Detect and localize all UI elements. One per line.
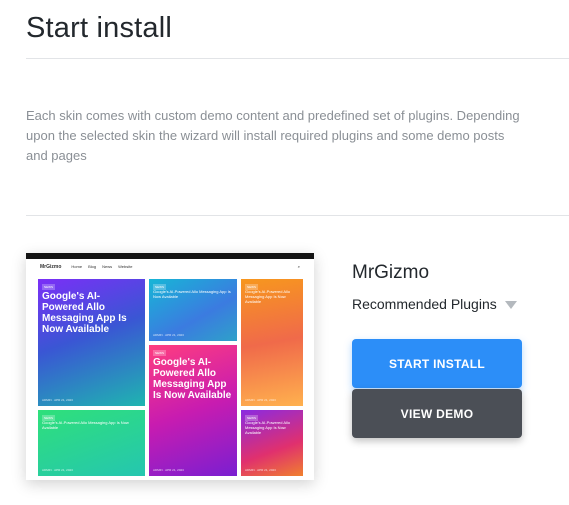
preview-nav-item: Home xyxy=(71,264,83,269)
skin-name: MrGizmo xyxy=(352,262,430,283)
preview-tile: NEWS Google's AI-Powered Allo Messaging … xyxy=(149,279,237,341)
tile-meta: ADMIN · APR 21, 2023 xyxy=(245,398,276,402)
tile-headline: Google's AI-Powered Allo Messaging App I… xyxy=(245,289,291,304)
section-divider xyxy=(26,215,569,216)
tile-meta: ADMIN · APR 21, 2023 xyxy=(42,468,73,472)
tile-tag: NEWS xyxy=(42,284,55,290)
tile-meta: ADMIN · APR 21, 2023 xyxy=(245,468,276,472)
preview-grid: NEWS Google's AI-Powered Allo Messaging … xyxy=(38,279,303,476)
tile-tag: NEWS xyxy=(153,350,166,356)
tile-headline: Google's AI-Powered Allo Messaging App I… xyxy=(153,289,231,299)
caret-down-icon[interactable] xyxy=(504,301,517,309)
start-install-button[interactable]: START INSTALL xyxy=(352,339,522,388)
preview-search-icon: ⌕ xyxy=(297,264,300,269)
tile-headline: Google's AI-Powered Allo Messaging App I… xyxy=(245,420,291,435)
preview-nav-item: News xyxy=(102,264,113,269)
preview-tile: NEWS Google's AI-Powered Allo Messaging … xyxy=(241,410,303,476)
preview-nav-item: Blog xyxy=(88,264,97,269)
page-title: Start install xyxy=(26,12,173,44)
tile-headline: Google's AI-Powered Allo Messaging App I… xyxy=(42,420,129,430)
preview-logo: MrGizmo xyxy=(40,263,62,270)
preview-tile: NEWS Google's AI-Powered Allo Messaging … xyxy=(241,279,303,406)
intro-description: Each skin comes with custom demo content… xyxy=(26,108,520,163)
tile-meta: ADMIN · APR 21, 2023 xyxy=(153,468,184,472)
tile-meta: ADMIN · APR 21, 2023 xyxy=(42,398,73,402)
tile-meta: ADMIN · APR 21, 2023 xyxy=(153,333,184,337)
view-demo-button[interactable]: VIEW DEMO xyxy=(352,389,522,438)
preview-nav-item: Website xyxy=(118,264,133,269)
preview-tile: NEWS Google's AI-Powered Allo Messaging … xyxy=(38,410,145,476)
tile-headline: Google's AI-Powered Allo Messaging App I… xyxy=(42,291,127,335)
tile-headline: Google's AI-Powered Allo Messaging App I… xyxy=(153,357,232,401)
preview-tile: NEWS Google's AI-Powered Allo Messaging … xyxy=(38,279,145,406)
preview-tile: NEWS Google's AI-Powered Allo Messaging … xyxy=(149,345,237,476)
skin-preview-image: MrGizmo Home Blog News Website ⌕ NEWS Go… xyxy=(26,253,314,480)
recommended-plugins-label: Recommended Plugins xyxy=(352,296,497,312)
recommended-plugins-toggle[interactable]: Recommended Plugins xyxy=(352,296,517,312)
preview-nav: MrGizmo Home Blog News Website ⌕ xyxy=(26,259,314,274)
header-divider xyxy=(26,58,569,59)
